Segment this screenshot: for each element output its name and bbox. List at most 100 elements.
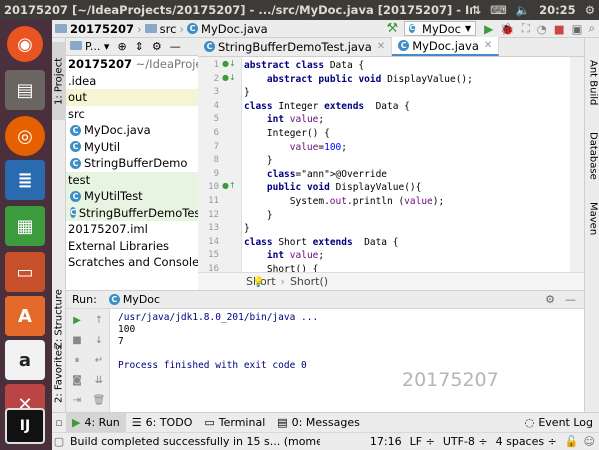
implemented-icon[interactable]: ●↓ xyxy=(222,73,236,82)
tree-item[interactable]: Scratches and Consoles xyxy=(66,254,198,271)
tree-item[interactable]: 20175207.iml xyxy=(66,221,198,238)
tree-item[interactable]: C MyUtil xyxy=(66,139,198,156)
gear-icon[interactable]: ⚙ xyxy=(545,293,555,306)
build-hammer-icon[interactable]: ⚒ xyxy=(386,21,398,36)
run-icon[interactable]: ▶ xyxy=(484,22,493,36)
status-bar: ▢ Build completed successfully in 15 s..… xyxy=(52,432,599,450)
tab-stringbufferdemotest[interactable]: C StringBufferDemoTest.java ✕ xyxy=(198,37,393,56)
status-message[interactable]: Build completed successfully in 15 s... … xyxy=(70,435,320,448)
stop-icon[interactable]: ■ xyxy=(554,22,565,36)
down-arrow-icon[interactable]: ↓ xyxy=(92,333,106,347)
stop-icon[interactable]: ■ xyxy=(70,333,84,347)
inspector-icon[interactable]: ☺ xyxy=(584,435,595,448)
collapse-icon[interactable]: ⇕ xyxy=(135,40,144,53)
network-icon[interactable]: ⇅ xyxy=(472,3,482,17)
code-line: } xyxy=(244,155,273,167)
tree-item[interactable]: External Libraries xyxy=(66,238,198,255)
indent-setting[interactable]: 4 spaces ÷ xyxy=(496,435,557,448)
intention-bulb-icon[interactable]: 💡 xyxy=(252,277,264,288)
nav-file[interactable]: C MyDoc.java xyxy=(184,22,271,36)
file-encoding[interactable]: UTF-8 ÷ xyxy=(443,435,488,448)
amazon-icon[interactable]: a xyxy=(5,340,45,380)
tab-messages[interactable]: ▤ 0: Messages xyxy=(271,413,366,433)
nav-folder[interactable]: src xyxy=(142,22,180,36)
tab-mydoc[interactable]: C MyDoc.java ✕ xyxy=(392,37,500,56)
software-center-icon[interactable]: A xyxy=(5,296,45,336)
tree-item[interactable]: src xyxy=(66,106,198,123)
tab-run[interactable]: ▶ 4: Run xyxy=(66,412,126,433)
profile-icon[interactable]: ◔ xyxy=(537,22,547,36)
lock-icon[interactable]: 🔓 xyxy=(565,435,579,448)
locate-icon[interactable]: ⊕ xyxy=(117,40,126,53)
tab-todo[interactable]: ☰ 6: TODO xyxy=(126,413,199,433)
line-number: 6 xyxy=(213,128,219,138)
debug-icon[interactable]: 🐞 xyxy=(500,22,514,36)
line-number: 12 xyxy=(208,209,219,220)
code-line: Short() { xyxy=(244,264,319,272)
tree-item[interactable]: out xyxy=(66,89,198,106)
search-icon[interactable]: ⌕ xyxy=(589,21,595,36)
maven-tool-tab[interactable]: Maven xyxy=(586,196,599,242)
code-editor[interactable]: abstract class Data { abstract public vo… xyxy=(242,57,570,272)
gear-icon[interactable]: ⚙ xyxy=(585,3,595,17)
ubuntu-logo-icon[interactable]: ◉ xyxy=(7,26,43,62)
soft-wrap-icon[interactable]: ↵ xyxy=(92,353,106,367)
hide-icon[interactable]: — xyxy=(565,293,576,306)
database-tool-tab[interactable]: Database xyxy=(586,124,599,188)
code-line: int value; xyxy=(266,114,325,126)
line-number: 14 xyxy=(208,236,219,247)
up-arrow-icon[interactable]: ↑ xyxy=(92,313,106,327)
tree-item[interactable]: C StringBufferDemoTest xyxy=(66,204,198,221)
tool-window-icon[interactable]: ▫ xyxy=(52,416,66,429)
project-structure-icon[interactable]: ▣ xyxy=(572,22,583,36)
system-tray: ⇅ ⌨ 🔈 20:25 ⚙ xyxy=(471,0,599,20)
ant-build-tool-tab[interactable]: Ant Build xyxy=(586,54,599,112)
pause-icon[interactable]: ⏸ xyxy=(70,353,84,367)
project-view-select[interactable]: P... ▾ xyxy=(70,40,109,53)
tab-terminal[interactable]: ▭ Terminal xyxy=(198,413,271,433)
overrides-icon[interactable]: ●↑ xyxy=(222,181,236,190)
keyboard-icon[interactable]: ⌨ xyxy=(490,3,507,17)
camera-icon[interactable]: ◙ xyxy=(70,373,84,387)
gear-icon[interactable]: ⚙ xyxy=(152,40,162,53)
watermark: 20175207 xyxy=(402,369,499,391)
hide-icon[interactable]: — xyxy=(170,40,181,53)
nav-project[interactable]: 20175207 xyxy=(52,22,137,36)
rerun-icon[interactable]: ▶ xyxy=(70,313,84,327)
exit-icon[interactable]: ⇥ xyxy=(70,393,84,407)
console-line: 7 xyxy=(118,336,124,347)
tree-root[interactable]: 20175207 ~/IdeaProjects/20175207 xyxy=(66,56,198,73)
run-config-tab[interactable]: MyDoc xyxy=(123,293,160,306)
clock[interactable]: 20:25 xyxy=(539,3,576,17)
files-icon[interactable]: ▤ xyxy=(5,70,45,110)
impress-icon[interactable]: ▭ xyxy=(5,252,45,292)
calc-icon[interactable]: ▦ xyxy=(5,206,45,246)
console-output[interactable]: /usr/java/jdk1.8.0_201/bin/java ... 100 … xyxy=(110,309,584,412)
line-separator[interactable]: LF ÷ xyxy=(410,435,435,448)
tree-item[interactable]: C StringBufferDemo xyxy=(66,155,198,172)
run-config-select[interactable]: C MyDoc ▼ xyxy=(404,21,477,36)
writer-icon[interactable]: ≣ xyxy=(5,160,45,200)
intellij-icon[interactable]: IJ xyxy=(5,408,45,444)
coverage-icon[interactable]: ⛶ xyxy=(522,21,530,36)
status-icon[interactable]: ▢ xyxy=(52,435,66,448)
project-tool-tab[interactable]: 1: Project xyxy=(52,42,66,120)
caret-position[interactable]: 17:16 xyxy=(370,435,402,448)
tree-item[interactable]: C MyUtilTest xyxy=(66,188,198,205)
scroll-to-end-icon[interactable]: ⇊ xyxy=(92,373,106,387)
close-icon[interactable]: ✕ xyxy=(377,41,385,52)
close-icon[interactable]: ✕ xyxy=(484,40,492,51)
favorites-tool-tab[interactable]: 2: Favorites xyxy=(52,338,66,410)
tab-event-log[interactable]: ◌ Event Log xyxy=(519,413,599,433)
console-line: /usr/java/jdk1.8.0_201/bin/java ... xyxy=(118,312,319,323)
implemented-icon[interactable]: ●↓ xyxy=(222,59,236,68)
breadcrumb-method[interactable]: Short() xyxy=(290,275,328,288)
tree-item[interactable]: test xyxy=(66,171,198,188)
firefox-icon[interactable]: ◎ xyxy=(5,116,45,156)
code-line: class="ann">@Override xyxy=(266,168,388,180)
code-line: public void DisplayValue(){ xyxy=(266,182,422,194)
tree-item[interactable]: C MyDoc.java xyxy=(66,122,198,139)
volume-icon[interactable]: 🔈 xyxy=(516,3,530,17)
tree-item[interactable]: .idea xyxy=(66,73,198,90)
trash-icon[interactable]: 🗑 xyxy=(92,393,106,407)
